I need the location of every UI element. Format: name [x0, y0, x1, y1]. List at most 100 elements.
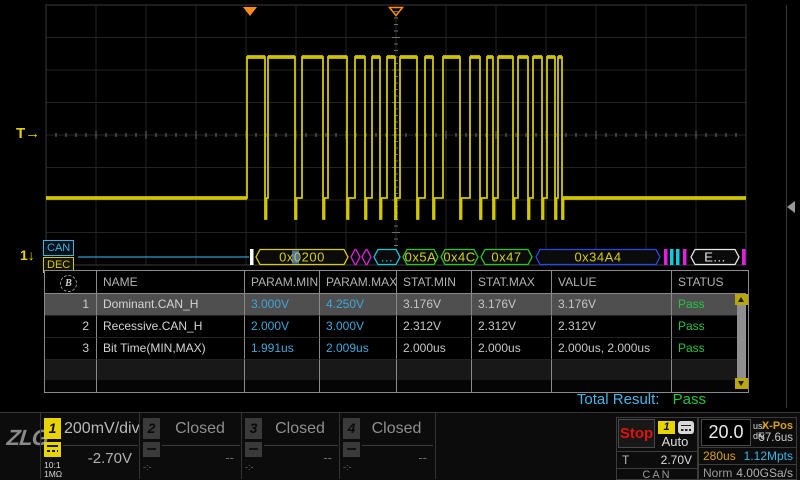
table-cell [552, 360, 672, 380]
decode-frame-value: 0x0200 [279, 250, 325, 265]
table-cell [97, 360, 245, 380]
divider [162, 445, 240, 446]
table-cell: 2.312V [472, 316, 552, 338]
trigger-position-marker[interactable] [243, 7, 257, 16]
column-header: PARAM.MIN [245, 271, 320, 294]
memory-depth: 1.12Mpts [744, 449, 793, 463]
total-result-value: Pass [673, 391, 706, 408]
table-row[interactable]: 1Dominant.CAN_H3.000V4.250V3.176V3.176V3… [45, 294, 748, 316]
acquisition-mode: Norm [703, 466, 732, 480]
status-bar: ZLG® Stop 1 Auto T 2.70V CAN 20.0 us/div… [0, 412, 800, 480]
decode-frame [362, 250, 371, 265]
trigger-level-value: 2.70V [661, 453, 692, 467]
table-cell: 3.176V [552, 294, 672, 316]
table-cell: 2.312V [397, 316, 472, 338]
table-cell: 2.000us [472, 338, 552, 360]
scroll-down-button[interactable] [735, 378, 748, 389]
divider [63, 445, 138, 446]
side-panel-handle-icon[interactable] [787, 201, 795, 213]
column-header: PARAM.MAX [320, 271, 397, 294]
table-cell: Recessive.CAN_H [97, 316, 245, 338]
column-header: NAME [97, 271, 245, 294]
trigger-level-marker[interactable]: T→ [16, 125, 40, 142]
table-row[interactable]: 2Recessive.CAN_H2.000V3.000V2.312V2.312V… [45, 316, 748, 338]
column-header: VALUE [552, 271, 672, 294]
divider [699, 464, 796, 465]
channel1-ground-marker[interactable]: 1↓ [20, 247, 35, 263]
channel-1-panel[interactable]: 110:11MΩ200mV/div-2.70V [40, 413, 140, 479]
scroll-track[interactable] [737, 305, 746, 378]
table-cell: 2.312V [552, 316, 672, 338]
channel-1-badge[interactable]: 1 [44, 418, 61, 439]
decode-frame-value: 0x4C [443, 250, 475, 265]
decode-bit-bar [670, 249, 674, 265]
channel-2-panel[interactable]: 2 -:- Closed -- [139, 413, 242, 479]
decode-frame-value: 0x5A [405, 250, 437, 265]
table-cell: 4.250V [320, 294, 397, 316]
coupling-icon [245, 442, 262, 457]
channel-scale: Closed [265, 420, 335, 438]
channel-2-badge[interactable]: 2 [143, 418, 160, 439]
table-cell: Bit Time(MIN,MAX) [97, 338, 245, 360]
scroll-up-button[interactable] [735, 294, 748, 305]
column-header: STATUS [672, 271, 746, 294]
channel-4-badge[interactable]: 4 [343, 418, 360, 439]
xpos-label: X-Pos [762, 420, 793, 432]
table-empty-row [45, 360, 748, 380]
run-state-button[interactable]: Stop [618, 419, 655, 448]
channel-offset: -- [163, 450, 234, 465]
table-cell: 3.176V [397, 294, 472, 316]
decode-bit-bar [676, 249, 680, 265]
divider [617, 451, 697, 452]
channel-3-badge[interactable]: 3 [245, 418, 262, 439]
timebase-scale[interactable]: 20.0 [701, 419, 751, 446]
table-cell [45, 360, 97, 380]
total-result-label: Total Result: [577, 391, 660, 408]
trigger-source-badge: 1 [658, 421, 675, 434]
decode-bit-bar [742, 249, 746, 265]
table-cell [245, 380, 320, 392]
decode-frame-value: 0x34A4 [574, 250, 621, 265]
decode-frame-value: 0x47 [491, 250, 521, 265]
table-cell [97, 380, 245, 392]
table-cell [397, 360, 472, 380]
table-cell [320, 380, 397, 392]
trigger-panel[interactable]: Stop 1 Auto T 2.70V CAN [616, 417, 698, 480]
channel-4-panel[interactable]: 4-:-Closed-- [339, 413, 436, 479]
channel-timestamp: -:- [343, 462, 352, 472]
timebase-panel[interactable]: 20.0 us/div X-Pos 57.6us 280us 1.12Mpts … [698, 417, 797, 480]
table-cell: 3.176V [472, 294, 552, 316]
table-cell [320, 360, 397, 380]
down-chevron-icon [738, 381, 744, 386]
table-scrollbar[interactable] [735, 294, 748, 389]
up-chevron-icon [738, 297, 744, 302]
total-result: Total Result: Pass [430, 391, 706, 408]
decode-frame [351, 250, 360, 265]
channel-offset: -2.70V [64, 450, 132, 467]
graticule-grid [46, 5, 746, 265]
table-cell: 2.009us [320, 338, 397, 360]
channel-3-panel[interactable]: 3-:-Closed-- [241, 413, 340, 479]
trigger-type: CAN [617, 469, 697, 480]
sample-rate: 4.00GSa/s [736, 466, 793, 480]
column-header: STAT.MIN [397, 271, 472, 294]
table-cell: 2.000us, 2.000us [552, 338, 672, 360]
channel-scale: Closed [163, 420, 237, 438]
coupling-icon [143, 442, 160, 457]
table-cell [45, 380, 97, 392]
table-cell: 2.000us [397, 338, 472, 360]
decode-bus-labels[interactable]: CAN DEC [43, 240, 74, 273]
trigger-level-label: T [622, 453, 629, 467]
channel-timestamp: -:- [143, 462, 152, 472]
probe-ratio: 10:11MΩ [44, 461, 62, 479]
table-cell: 3.000V [245, 294, 320, 316]
channel-scale: Closed [363, 420, 430, 438]
table-cell: 1 [45, 294, 97, 316]
table-row[interactable]: 3Bit Time(MIN,MAX)1.991us2.009us2.000us2… [45, 338, 748, 360]
can-bus-label: CAN [43, 240, 74, 256]
decode-bit-bar [664, 249, 668, 265]
divider [264, 445, 338, 446]
table-cell [245, 360, 320, 380]
table-cell [472, 360, 552, 380]
table-cell: 3 [45, 338, 97, 360]
